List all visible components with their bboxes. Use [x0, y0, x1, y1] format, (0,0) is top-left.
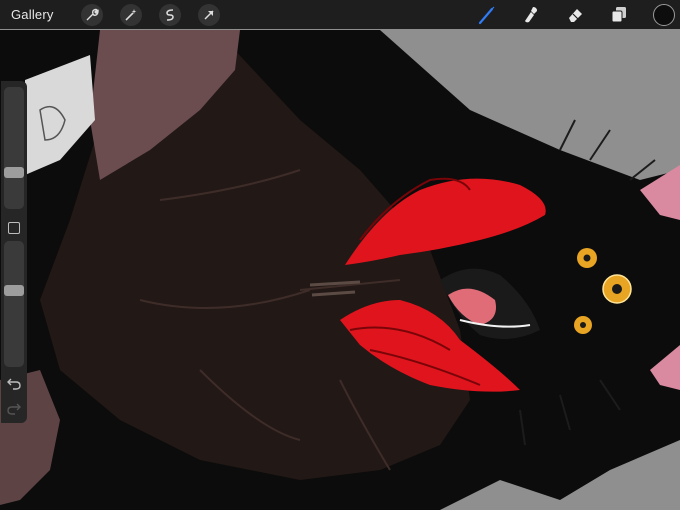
brush-size-thumb[interactable]	[4, 167, 24, 178]
color-picker-swatch[interactable]	[653, 3, 675, 26]
layers-icon[interactable]	[609, 5, 629, 25]
brush-size-slider[interactable]	[4, 87, 24, 209]
gallery-button[interactable]: Gallery	[11, 7, 54, 22]
modify-square-icon[interactable]	[8, 222, 20, 234]
left-sidebar	[1, 81, 27, 423]
magic-wand-icon[interactable]	[119, 3, 142, 26]
smudge-icon[interactable]	[521, 5, 541, 25]
selection-icon[interactable]	[158, 3, 181, 26]
eraser-icon[interactable]	[565, 5, 585, 25]
redo-icon[interactable]	[6, 401, 22, 415]
tool-group	[477, 0, 680, 29]
brush-icon[interactable]	[477, 5, 497, 25]
wrench-icon[interactable]	[80, 3, 103, 26]
opacity-slider[interactable]	[4, 241, 24, 367]
undo-icon[interactable]	[6, 376, 22, 390]
top-toolbar: Gallery	[0, 0, 680, 29]
transform-arrow-icon[interactable]	[197, 3, 220, 26]
opacity-thumb[interactable]	[4, 285, 24, 296]
drawing-canvas[interactable]	[0, 0, 680, 510]
